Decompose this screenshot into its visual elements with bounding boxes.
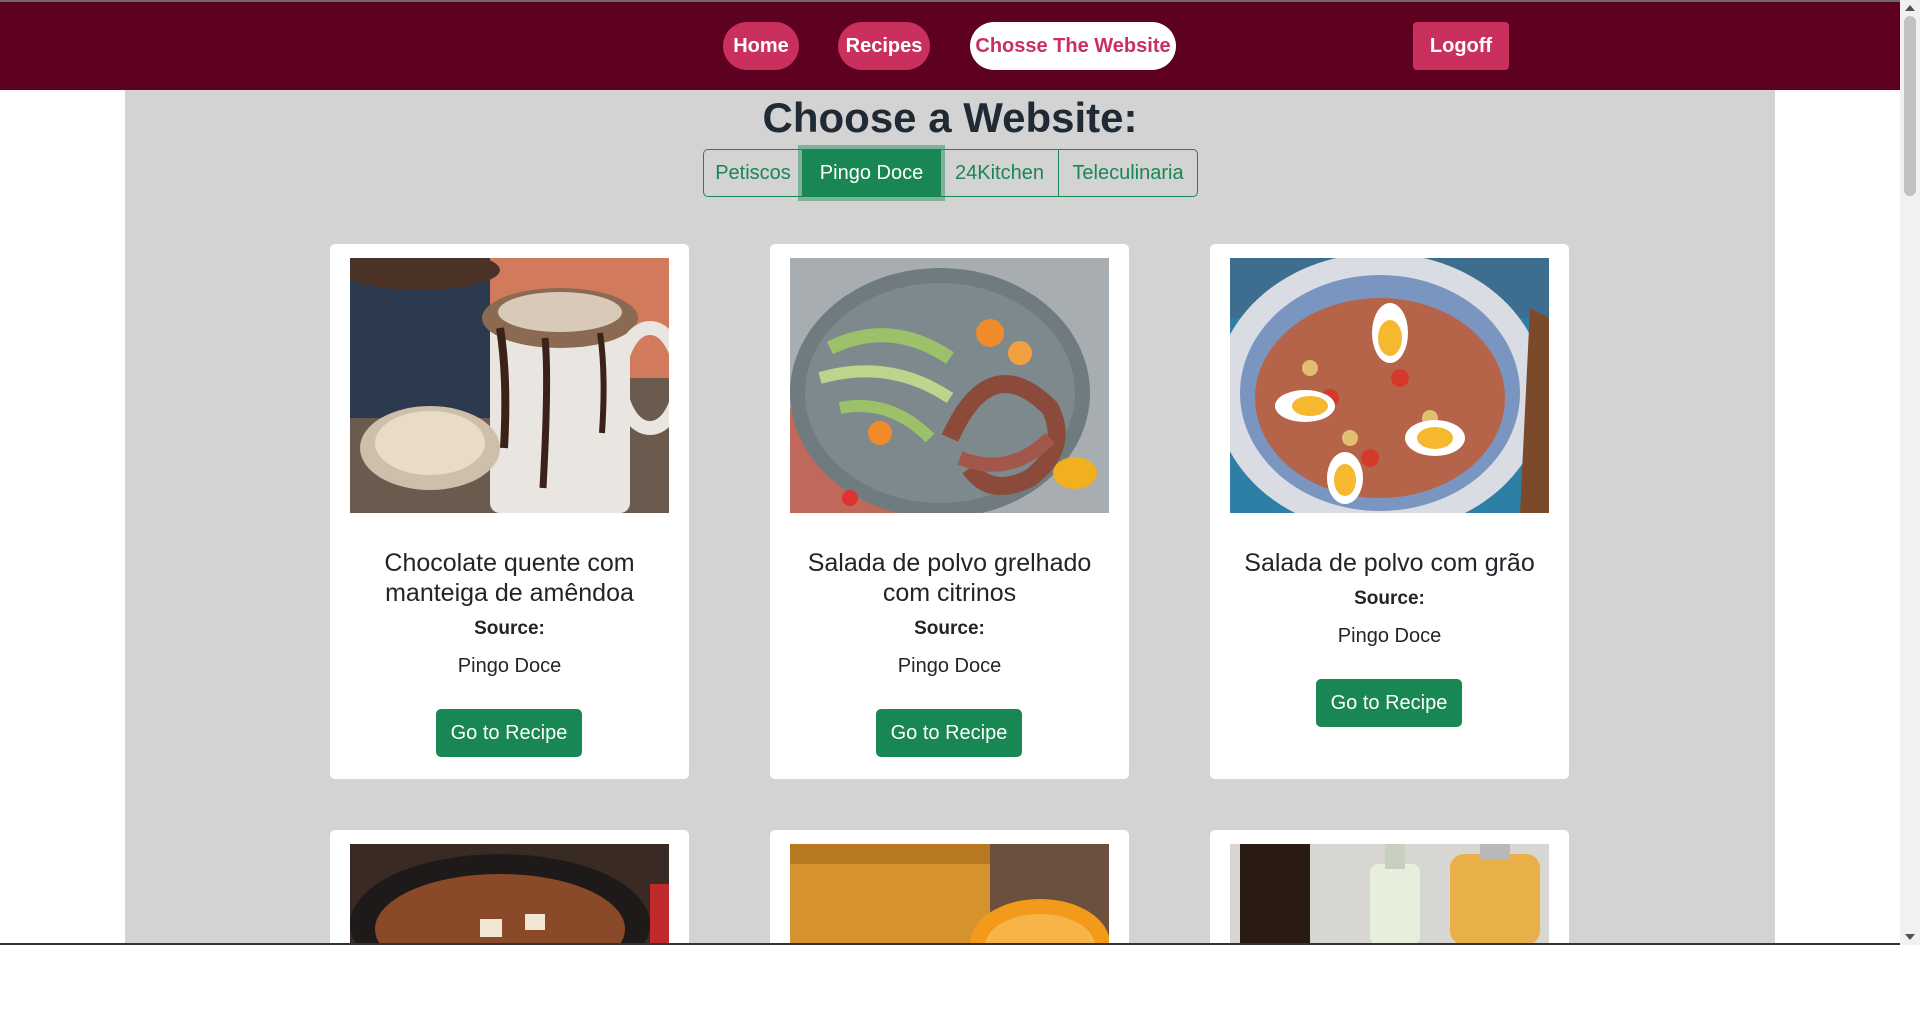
- recipe-title-line: Chocolate quente com: [384, 549, 635, 577]
- go-to-recipe-button[interactable]: Go to Recipe: [436, 709, 582, 757]
- recipe-title: Salada de polvo com grão: [1220, 548, 1559, 578]
- website-selector: Petiscos Pingo Doce 24Kitchen Teleculina…: [703, 149, 1198, 197]
- source-label: Source:: [474, 618, 545, 639]
- recipe-title-line: com citrinos: [882, 579, 1017, 607]
- scrollbar-thumb[interactable]: [1904, 16, 1916, 196]
- source-value: Pingo Doce: [457, 655, 562, 677]
- source-label: Source:: [1354, 588, 1425, 609]
- page-title: Choose a Website:: [762, 94, 1138, 141]
- source-value: Pingo Doce: [1337, 625, 1442, 647]
- site-button-pingo-doce[interactable]: Pingo Doce: [802, 149, 941, 197]
- recipe-image-grilled-octopus[interactable]: [790, 258, 1109, 513]
- navbar: Home Recipes Chosse The Website Logoff: [0, 2, 1900, 90]
- recipe-card: [330, 830, 689, 1030]
- recipe-title-line: Salada de polvo grelhado: [807, 549, 1092, 577]
- recipe-image-bottles[interactable]: [1230, 844, 1549, 945]
- nav-home-button[interactable]: Home: [723, 22, 799, 70]
- recipe-image-octopus-chickpea-salad[interactable]: [1230, 258, 1549, 513]
- recipe-card: [770, 830, 1129, 1030]
- recipe-card: Salada de polvo grelhado com citrinos So…: [770, 244, 1129, 779]
- recipe-image-orange-drink[interactable]: [790, 844, 1109, 945]
- go-to-recipe-button[interactable]: Go to Recipe: [876, 709, 1022, 757]
- recipe-title: Salada de polvo grelhado com citrinos: [780, 548, 1119, 608]
- logoff-button[interactable]: Logoff: [1413, 22, 1509, 70]
- recipe-image-soup[interactable]: [350, 844, 669, 945]
- recipe-title-line: manteiga de amêndoa: [385, 579, 634, 607]
- site-button-teleculinaria[interactable]: Teleculinaria: [1058, 149, 1198, 197]
- recipe-card: Salada de polvo com grão Source: Pingo D…: [1210, 244, 1569, 779]
- nav-choose-website-button[interactable]: Chosse The Website: [970, 22, 1176, 70]
- vertical-scrollbar[interactable]: [1900, 0, 1920, 945]
- recipe-card: [1210, 830, 1569, 1030]
- recipe-image-hot-chocolate[interactable]: [350, 258, 669, 513]
- main-content: Choose a Website: Petiscos Pingo Doce 24…: [125, 90, 1775, 1030]
- go-to-recipe-button[interactable]: Go to Recipe: [1316, 679, 1462, 727]
- nav-recipes-button[interactable]: Recipes: [838, 22, 930, 70]
- source-label: Source:: [914, 618, 985, 639]
- source-value: Pingo Doce: [897, 655, 1002, 677]
- site-button-petiscos[interactable]: Petiscos: [703, 149, 803, 197]
- scroll-down-icon[interactable]: [1905, 934, 1915, 940]
- recipe-title-line: Salada de polvo com grão: [1244, 549, 1535, 577]
- recipe-title: Chocolate quente com manteiga de amêndoa: [340, 548, 679, 608]
- site-button-24kitchen[interactable]: 24Kitchen: [940, 149, 1059, 197]
- scroll-up-icon[interactable]: [1905, 5, 1915, 11]
- recipe-card: Chocolate quente com manteiga de amêndoa…: [330, 244, 689, 779]
